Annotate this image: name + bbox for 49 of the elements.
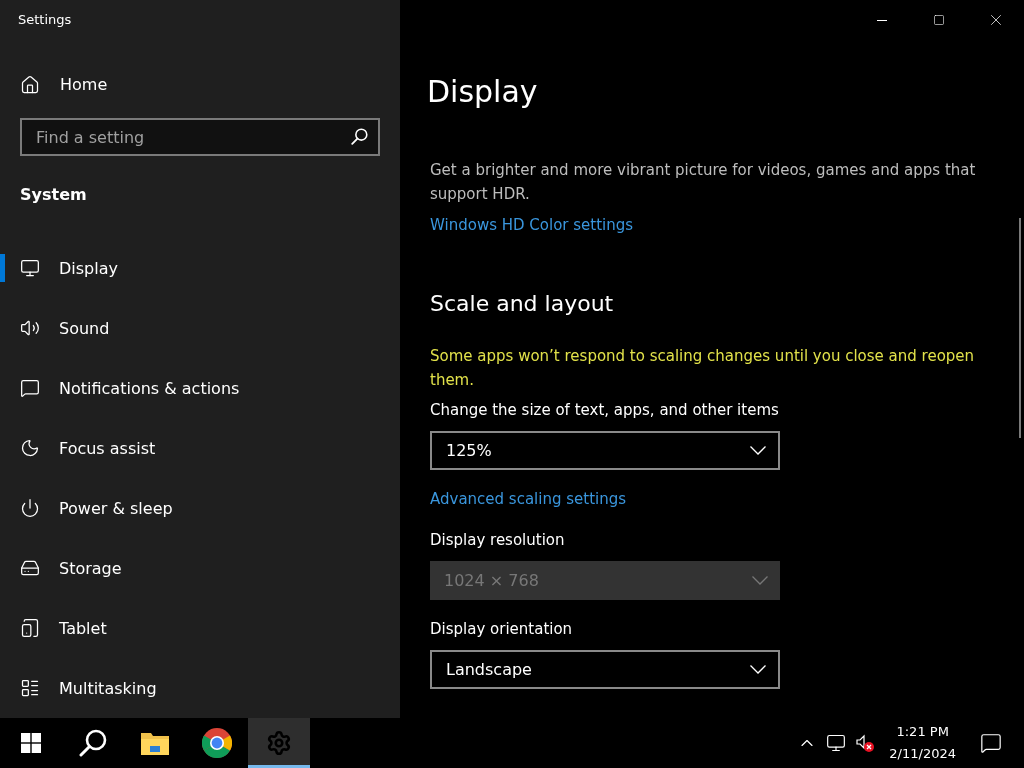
minimize-icon (876, 19, 887, 21)
nav-item[interactable]: Power & sleep (0, 478, 400, 538)
muted-speaker-icon (854, 733, 875, 753)
speech-bubble-icon (20, 378, 40, 398)
chevron-down-icon (750, 665, 766, 674)
section-heading: Scale and layout (430, 290, 614, 318)
nav-item[interactable]: Focus assist (0, 418, 400, 478)
dropdown[interactable]: Landscape (430, 650, 780, 689)
search-icon (79, 729, 107, 757)
window-title: Settings (18, 11, 73, 29)
chevron-down-icon (752, 576, 768, 585)
nav-item[interactable]: Multitasking (0, 658, 400, 718)
scrollbar-thumb[interactable] (1019, 218, 1021, 438)
field-label: Display orientation (430, 619, 573, 640)
search-icon (351, 128, 368, 145)
nav-item[interactable]: Notifications & actions (0, 358, 400, 418)
nav-item[interactable]: Display (0, 238, 400, 298)
field-label: Display resolution (430, 530, 565, 551)
home-icon (20, 74, 40, 95)
windows-logo-icon (21, 733, 41, 753)
clock-button[interactable]: 1:21 PM 2/11/2024 (879, 721, 966, 765)
page-title: Display (427, 73, 539, 111)
settings-link[interactable]: Windows HD Color settings (430, 213, 634, 237)
folder-icon (141, 731, 169, 755)
settings-link[interactable]: Advanced scaling settings (430, 487, 627, 511)
home-link[interactable]: Home (0, 67, 108, 102)
chevron-down-icon (750, 446, 766, 455)
section-label: System (20, 184, 88, 206)
nav-item[interactable]: Sound (0, 298, 400, 358)
description-text: Get a brighter and more vibrant picture for videos, games and apps that support HDR. (430, 160, 977, 205)
monitor-icon (20, 258, 40, 278)
restore-icon (932, 14, 945, 26)
browser-icon (202, 728, 232, 758)
nav-item[interactable]: Tablet (0, 598, 400, 658)
speaker-icon (20, 318, 40, 338)
tablet-icon (20, 618, 40, 638)
search-field[interactable]: Find a setting (20, 118, 380, 156)
field-label: Change the size of text, apps, and other items (430, 400, 779, 421)
moon-icon (20, 438, 40, 458)
drive-icon (20, 558, 40, 578)
multitasking-icon (20, 678, 40, 698)
dropdown[interactable]: 125% (430, 431, 780, 470)
nav-item[interactable]: Storage (0, 538, 400, 598)
taskbar-button[interactable] (248, 718, 310, 768)
power-icon (20, 498, 40, 518)
speech-bubble-icon (980, 732, 1002, 754)
network-icon (825, 733, 846, 753)
settings-icon (266, 730, 292, 756)
warning-text: Some apps won’t respond to scaling changes until you close and reopen them. (430, 346, 976, 391)
